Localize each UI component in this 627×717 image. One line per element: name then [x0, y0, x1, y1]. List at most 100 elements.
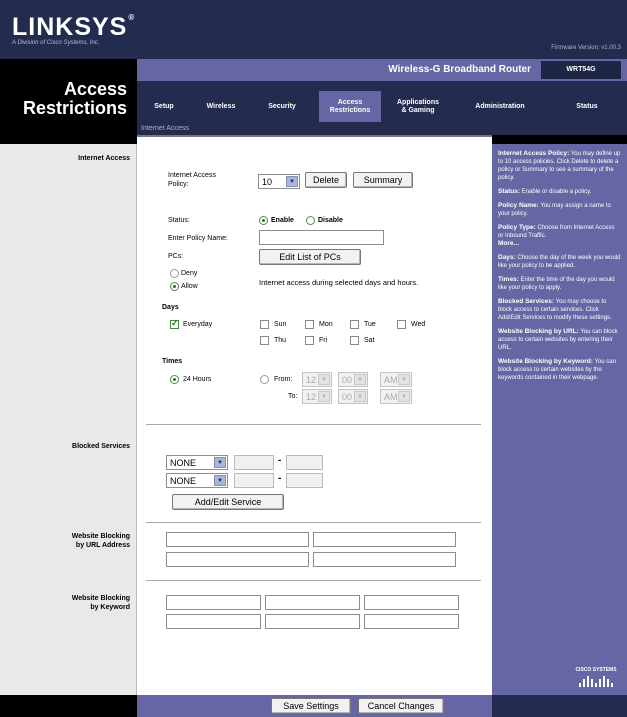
time-range-radio[interactable]: [260, 375, 269, 384]
to-minute-value: 00: [342, 391, 353, 402]
tab-wireless[interactable]: Wireless: [191, 91, 251, 122]
service-2-port-start[interactable]: [234, 473, 274, 488]
url-block-input-1[interactable]: [166, 532, 309, 547]
to-minute-select[interactable]: 00 ▼: [338, 389, 368, 404]
section-website-keyword: Website Blocking by Keyword: [71, 595, 130, 611]
everyday-label: Everyday: [183, 321, 213, 328]
deny-radio[interactable]: [170, 269, 179, 278]
allow-description: Internet access during selected days and…: [259, 278, 419, 287]
service-1-port-start[interactable]: [234, 455, 274, 470]
day-checkbox-wed[interactable]: [397, 320, 406, 329]
help-more-label[interactable]: More...: [498, 240, 519, 247]
summary-button[interactable]: Summary: [353, 172, 413, 188]
chevron-down-icon: ▼: [318, 374, 330, 385]
help-title: Internet Access Policy:: [498, 150, 570, 157]
help-block: Policy Name: You may assign a name to yo…: [498, 202, 621, 218]
help-more-link[interactable]: More...: [498, 240, 621, 248]
help-text: Enable or disable a policy.: [521, 189, 592, 195]
tab-status[interactable]: Status: [547, 91, 627, 122]
divider: [146, 580, 481, 581]
everyday-checkbox[interactable]: [170, 318, 179, 329]
cancel-changes-button[interactable]: Cancel Changes: [358, 698, 444, 714]
pcs-label: PCs:: [168, 253, 184, 260]
keyword-block-input-4[interactable]: [166, 614, 261, 629]
help-block: Policy Type: Choose from Internet Access…: [498, 224, 621, 240]
page-title-box: Access Restrictions: [0, 59, 137, 135]
24-hours-radio[interactable]: [170, 375, 179, 384]
day-label-fri: Fri: [319, 337, 328, 344]
edit-list-of-pcs-button[interactable]: Edit List of PCs: [259, 249, 361, 265]
help-block: Website Blocking by URL: You can block a…: [498, 328, 621, 352]
save-settings-button[interactable]: Save Settings: [271, 698, 351, 714]
keyword-block-input-1[interactable]: [166, 595, 261, 610]
from-ampm-select[interactable]: AM ▼: [380, 372, 412, 387]
model-badge: WRT54G: [541, 61, 621, 79]
divider: [146, 522, 481, 523]
separator-band: [0, 135, 627, 144]
section-blocked-services: Blocked Services: [72, 443, 130, 450]
help-block: Days: Choose the day of the week you wou…: [498, 254, 621, 270]
keyword-block-input-6[interactable]: [364, 614, 459, 629]
tab-administration[interactable]: Administration: [453, 91, 547, 122]
help-title: Website Blocking by Keyword:: [498, 358, 593, 365]
policy-label: Internet Access Policy:: [168, 172, 216, 188]
status-disable-label: Disable: [318, 217, 343, 224]
from-minute-select[interactable]: 00 ▼: [338, 372, 368, 387]
service-1-port-end[interactable]: [286, 455, 323, 470]
status-enable-radio[interactable]: [259, 216, 268, 225]
policy-select[interactable]: 10 ▼: [258, 174, 300, 189]
help-text: Choose the day of the week you would lik…: [498, 255, 621, 269]
status-enable-label: Enable: [271, 217, 294, 224]
from-minute-value: 00: [342, 374, 353, 385]
help-panel: Internet Access Policy: You may define u…: [492, 144, 627, 695]
day-checkbox-mon[interactable]: [305, 320, 314, 329]
blocked-service-2-select[interactable]: NONE ▼: [166, 473, 228, 488]
help-title: Blocked Services:: [498, 298, 555, 305]
tab-security[interactable]: Security: [251, 91, 313, 122]
status-disable-radio[interactable]: [306, 216, 315, 225]
day-checkbox-fri[interactable]: [305, 336, 314, 345]
from-hour-select[interactable]: 12 ▼: [302, 372, 332, 387]
help-block: Times: Enter the time of the day you wou…: [498, 276, 621, 292]
chevron-down-icon: ▼: [214, 475, 226, 486]
blocked-service-1-select[interactable]: NONE ▼: [166, 455, 228, 470]
url-block-input-4[interactable]: [313, 552, 456, 567]
subnav-internet-access[interactable]: Internet Access: [141, 125, 189, 132]
section-labels-column: Internet Access Blocked Services Website…: [0, 144, 137, 695]
24-hours-label: 24 Hours: [183, 376, 212, 383]
tab-access-restrictions[interactable]: Access Restrictions: [319, 91, 381, 122]
keyword-block-input-2[interactable]: [265, 595, 360, 610]
chevron-down-icon: ▼: [214, 457, 226, 468]
range-dash: -: [278, 473, 282, 484]
url-block-input-3[interactable]: [166, 552, 309, 567]
tab-setup[interactable]: Setup: [137, 91, 191, 122]
help-title: Policy Type:: [498, 224, 536, 231]
help-block: Internet Access Policy: You may define u…: [498, 150, 621, 182]
tab-applications-gaming[interactable]: Applications & Gaming: [383, 91, 453, 122]
chevron-down-icon: ▼: [354, 374, 366, 385]
service-2-port-end[interactable]: [286, 473, 323, 488]
delete-button[interactable]: Delete: [305, 172, 347, 188]
deny-label: Deny: [181, 270, 198, 277]
day-checkbox-thu[interactable]: [260, 336, 269, 345]
add-edit-service-button[interactable]: Add/Edit Service: [172, 494, 284, 510]
help-title: Times:: [498, 276, 519, 283]
main-nav: Setup Wireless Security Access Restricti…: [137, 81, 627, 135]
cisco-bars-icon: [573, 676, 619, 687]
keyword-block-input-5[interactable]: [265, 614, 360, 629]
to-ampm-select[interactable]: AM ▼: [380, 389, 412, 404]
to-hour-select[interactable]: 12 ▼: [302, 389, 332, 404]
policy-name-input[interactable]: [259, 230, 384, 245]
url-block-input-2[interactable]: [313, 532, 456, 547]
day-checkbox-tue[interactable]: [350, 320, 359, 329]
keyword-block-input-3[interactable]: [364, 595, 459, 610]
chevron-down-icon: ▼: [398, 391, 410, 402]
day-checkbox-sat[interactable]: [350, 336, 359, 345]
allow-radio[interactable]: [170, 282, 179, 291]
day-checkbox-sun[interactable]: [260, 320, 269, 329]
help-block: Status: Enable or disable a policy.: [498, 188, 621, 196]
to-hour-value: 12: [306, 391, 317, 402]
divider: [146, 424, 481, 425]
policy-name-label: Enter Policy Name:: [168, 235, 228, 242]
chevron-down-icon: ▼: [398, 374, 410, 385]
